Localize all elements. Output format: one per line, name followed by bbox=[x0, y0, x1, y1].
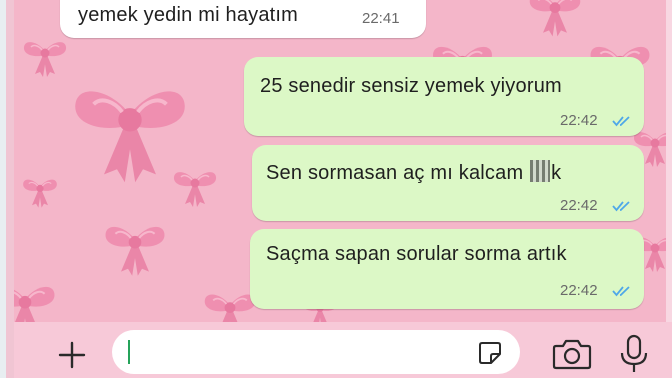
bow-decoration bbox=[20, 30, 70, 80]
message-time: 22:42 bbox=[560, 112, 598, 129]
read-receipt-icon bbox=[612, 286, 630, 297]
outgoing-message[interactable]: Saçma sapan sorular sorma artık 22:42 bbox=[250, 229, 644, 309]
bow-decoration bbox=[170, 160, 220, 210]
message-input[interactable] bbox=[112, 330, 520, 374]
message-text-part: Sen sormasan aç mı kalcam bbox=[266, 162, 530, 184]
censored-word bbox=[530, 160, 551, 182]
outgoing-message[interactable]: 25 senedir sensiz yemek yiyorum 22:42 bbox=[244, 57, 644, 136]
microphone-icon[interactable] bbox=[616, 333, 652, 375]
message-time: 22:42 bbox=[560, 197, 598, 214]
bow-decoration bbox=[100, 210, 170, 280]
message-text-part: k bbox=[551, 162, 562, 184]
sticker-icon[interactable] bbox=[476, 339, 504, 367]
message-text: Saçma sapan sorular sorma artık bbox=[266, 243, 567, 265]
read-receipt-icon bbox=[612, 201, 630, 212]
message-time: 22:42 bbox=[560, 282, 598, 299]
message-text: 25 senedir sensiz yemek yiyorum bbox=[260, 75, 562, 97]
text-cursor bbox=[128, 340, 130, 364]
bow-decoration bbox=[20, 170, 60, 210]
read-receipt-icon bbox=[612, 116, 630, 127]
message-text: yemek yedin mi hayatım bbox=[78, 4, 299, 26]
message-time: 22:41 bbox=[362, 10, 400, 27]
incoming-message[interactable]: yemek yedin mi hayatım 22:41 bbox=[60, 0, 426, 38]
plus-icon[interactable] bbox=[52, 337, 92, 373]
frame-edge bbox=[0, 0, 14, 378]
camera-icon[interactable] bbox=[550, 336, 594, 372]
frame-edge bbox=[666, 0, 672, 322]
outgoing-message[interactable]: Sen sormasan aç mı kalcam k 22:42 bbox=[252, 145, 644, 221]
chat-area[interactable]: yemek yedin mi hayatım 22:41 25 senedir … bbox=[0, 0, 672, 322]
message-text: Sen sormasan aç mı kalcam k bbox=[266, 160, 561, 185]
